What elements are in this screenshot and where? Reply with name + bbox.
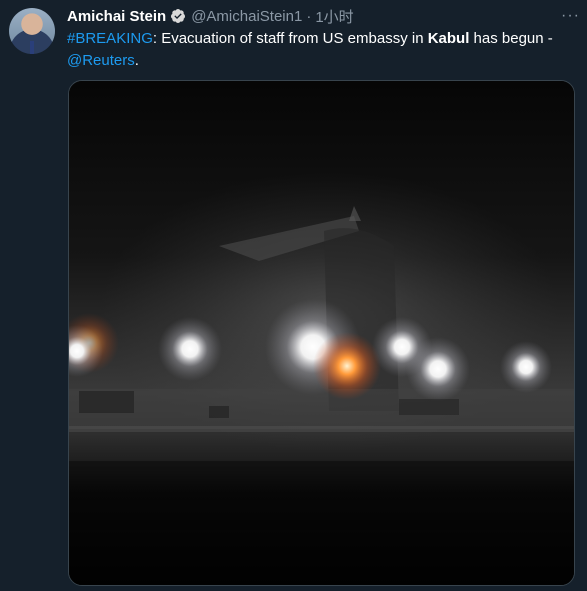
tweet-text-bold: Kabul xyxy=(427,30,470,47)
author-name[interactable]: Amichai Stein xyxy=(67,8,166,25)
avatar[interactable] xyxy=(9,8,55,54)
tweet-card[interactable]: Amichai Stein @AmichaiStein1 · 1小时 ··· #… xyxy=(0,0,587,591)
tweet-timestamp[interactable]: 1小时 xyxy=(315,6,353,27)
more-options-icon[interactable]: ··· xyxy=(561,7,580,25)
tweet-text-part2: has begun - xyxy=(469,30,553,47)
verified-badge-icon xyxy=(171,9,186,23)
author-handle[interactable]: @AmichaiStein1 xyxy=(191,8,302,25)
avatar-tie xyxy=(30,41,34,54)
tweet-text: #BREAKING: Evacuation of staff from US e… xyxy=(67,28,572,72)
mention-link[interactable]: @Reuters xyxy=(67,52,135,69)
video-frame xyxy=(69,81,574,585)
tweet-video[interactable] xyxy=(68,80,575,586)
tweet-text-end: . xyxy=(134,52,139,69)
hashtag-link[interactable]: #BREAKING xyxy=(67,30,153,47)
separator-dot: · xyxy=(306,7,312,25)
tweet-text-part1: : Evacuation of staff from US embassy in xyxy=(152,30,428,47)
tweet-header: Amichai Stein @AmichaiStein1 · 1小时 xyxy=(67,6,354,26)
